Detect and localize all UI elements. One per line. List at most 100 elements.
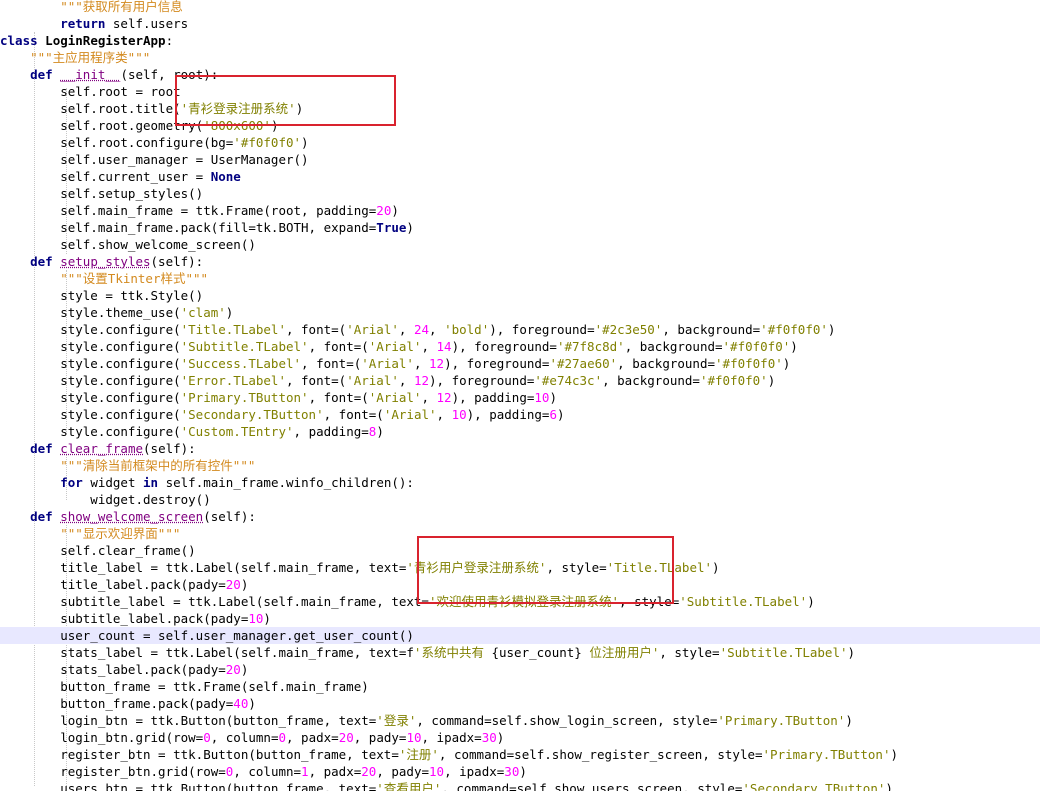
code-token: ,: [398, 373, 414, 388]
code-token: , font=(: [285, 322, 347, 337]
code-token: self.root.configure(bg=: [0, 135, 234, 150]
code-token: 'Secondary.TButton': [742, 781, 886, 791]
code-token: ): [847, 645, 856, 660]
code-token: ), foreground=: [444, 356, 550, 371]
code-token: title_label = ttk.Label(self.main_frame,…: [0, 560, 407, 575]
code-line[interactable]: style.configure('Error.TLabel', font=('A…: [0, 372, 1040, 389]
code-line[interactable]: def clear_frame(self):: [0, 440, 1040, 457]
code-line[interactable]: """主应用程序类""": [0, 49, 1040, 66]
code-line[interactable]: login_btn = ttk.Button(button_frame, tex…: [0, 712, 1040, 729]
code-line[interactable]: return self.users: [0, 15, 1040, 32]
code-token: 12: [429, 356, 445, 371]
code-token: self.setup_styles(): [0, 186, 204, 201]
code-line[interactable]: """清除当前框架中的所有控件""": [0, 457, 1040, 474]
code-line[interactable]: self.main_frame = ttk.Frame(root, paddin…: [0, 202, 1040, 219]
code-token: , padding=: [293, 424, 369, 439]
code-token: style.configure(: [0, 339, 181, 354]
code-editor[interactable]: """获取所有用户信息 return self.users class Login…: [0, 0, 1040, 791]
code-token: ): [248, 696, 256, 711]
code-line[interactable]: style = ttk.Style(): [0, 287, 1040, 304]
code-token: self.main_frame.pack(fill=tk.BOTH, expan…: [0, 220, 377, 235]
code-token: None: [210, 169, 241, 184]
code-line[interactable]: widget.destroy(): [0, 491, 1040, 508]
code-line[interactable]: style.configure('Title.TLabel', font=('A…: [0, 321, 1040, 338]
code-line[interactable]: style.theme_use('clam'): [0, 304, 1040, 321]
code-line[interactable]: subtitle_label.pack(pady=10): [0, 610, 1040, 627]
code-line[interactable]: user_count = self.user_manager.get_user_…: [0, 627, 1040, 644]
code-token: for: [60, 475, 83, 490]
code-line[interactable]: stats_label.pack(pady=20): [0, 661, 1040, 678]
code-line[interactable]: button_frame.pack(pady=40): [0, 695, 1040, 712]
code-token: button_frame = ttk.Frame(self.main_frame…: [0, 679, 369, 694]
code-line[interactable]: register_btn = ttk.Button(button_frame, …: [0, 746, 1040, 763]
code-token: LoginRegisterApp: [45, 33, 166, 48]
code-token: 'Secondary.TButton': [180, 407, 324, 422]
code-token: ): [885, 781, 893, 791]
code-token: 位注册用户': [581, 645, 660, 660]
code-line[interactable]: register_btn.grid(row=0, column=1, padx=…: [0, 763, 1040, 780]
code-token: ): [549, 390, 557, 405]
code-line[interactable]: style.configure('Secondary.TButton', fon…: [0, 406, 1040, 423]
code-line[interactable]: login_btn.grid(row=0, column=0, padx=20,…: [0, 729, 1040, 746]
code-token: ,: [436, 407, 452, 422]
code-token: 20: [338, 730, 354, 745]
code-token: '注册': [398, 747, 439, 762]
code-token: ), padding=: [451, 390, 535, 405]
code-line[interactable]: self.setup_styles(): [0, 185, 1040, 202]
code-token: 'Primary.TButton': [180, 390, 309, 405]
code-line[interactable]: self.root = root: [0, 83, 1040, 100]
code-token: class: [0, 33, 38, 48]
code-line[interactable]: style.configure('Success.TLabel', font=(…: [0, 355, 1040, 372]
code-line[interactable]: self.root.geometry('800x600'): [0, 117, 1040, 134]
code-token: stats_label.pack(pady=: [0, 662, 226, 677]
code-line[interactable]: self.root.configure(bg='#f0f0f0'): [0, 134, 1040, 151]
code-token: '#7f8c8d': [556, 339, 625, 354]
code-token: self.clear_frame(): [0, 543, 196, 558]
code-token: ): [519, 764, 527, 779]
code-token: , background=: [617, 356, 716, 371]
code-line[interactable]: self.show_welcome_screen(): [0, 236, 1040, 253]
code-token: , font=(: [301, 356, 362, 371]
code-line[interactable]: def __init__(self, root):: [0, 66, 1040, 83]
code-line[interactable]: self.current_user = None: [0, 168, 1040, 185]
code-token: ): [406, 220, 414, 235]
code-token: (self):: [150, 254, 204, 269]
code-line[interactable]: for widget in self.main_frame.winfo_chil…: [0, 474, 1040, 491]
code-line[interactable]: stats_label = ttk.Label(self.main_frame,…: [0, 644, 1040, 661]
code-token: ): [556, 407, 565, 422]
code-token: """设置Tkinter样式""": [60, 271, 209, 286]
code-line[interactable]: style.configure('Custom.TEntry', padding…: [0, 423, 1040, 440]
code-line[interactable]: def show_welcome_screen(self):: [0, 508, 1040, 525]
code-line[interactable]: self.root.title('青衫登录注册系统'): [0, 100, 1040, 117]
code-token: in: [143, 475, 159, 490]
code-line[interactable]: style.configure('Subtitle.TLabel', font=…: [0, 338, 1040, 355]
code-token: '登录': [376, 713, 417, 728]
code-token: style.configure(: [0, 322, 181, 337]
code-line[interactable]: def setup_styles(self):: [0, 253, 1040, 270]
code-token: self.current_user =: [0, 169, 211, 184]
code-line[interactable]: self.main_frame.pack(fill=tk.BOTH, expan…: [0, 219, 1040, 236]
code-line[interactable]: self.user_manager = UserManager(): [0, 151, 1040, 168]
code-line[interactable]: """获取所有用户信息: [0, 0, 1040, 15]
code-token: , font=(: [308, 390, 369, 405]
code-token: , background=: [624, 339, 723, 354]
code-token: """清除当前框架中的所有控件""": [60, 458, 256, 473]
code-token: """主应用程序类""": [30, 50, 151, 65]
code-token: def: [30, 254, 53, 269]
code-token: , command=self.show_login_screen, style=: [416, 713, 718, 728]
code-token: ): [496, 730, 505, 745]
code-token: , column=: [233, 764, 302, 779]
code-line[interactable]: button_frame = ttk.Frame(self.main_frame…: [0, 678, 1040, 695]
code-line[interactable]: users_btn = ttk.Button(button_frame, tex…: [0, 780, 1040, 791]
code-line[interactable]: """设置Tkinter样式""": [0, 270, 1040, 287]
code-token: , font=(: [308, 339, 369, 354]
code-line[interactable]: class LoginRegisterApp:: [0, 32, 1040, 49]
code-token: style.configure(: [0, 390, 181, 405]
code-line[interactable]: style.configure('Primary.TButton', font=…: [0, 389, 1040, 406]
